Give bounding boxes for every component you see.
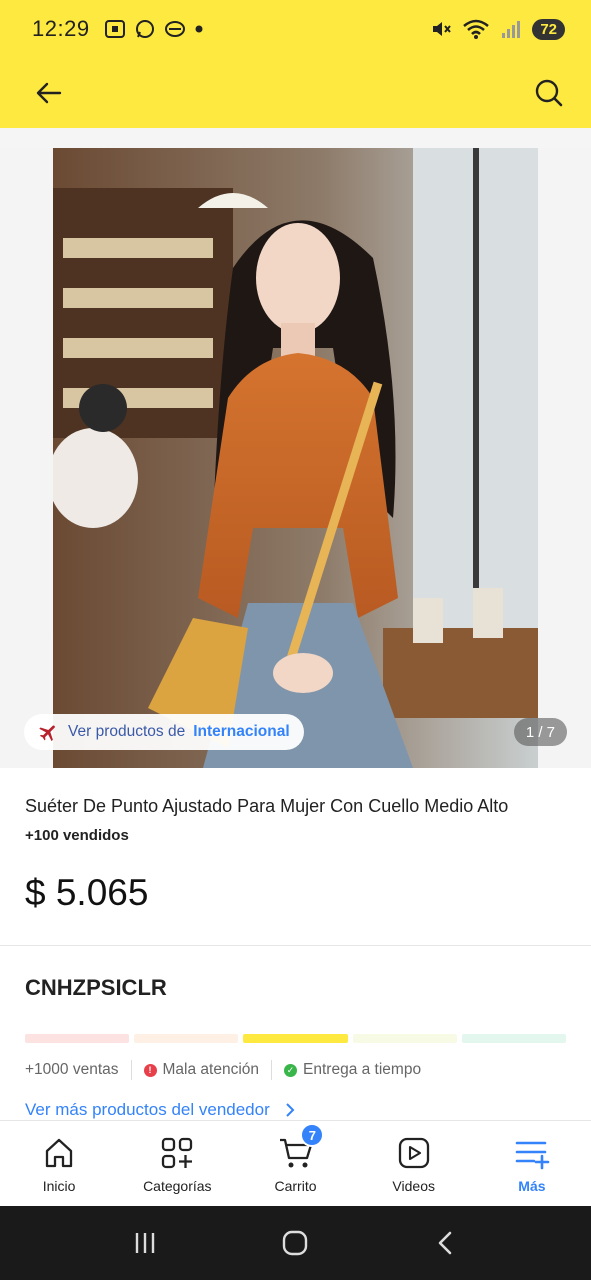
divider — [0, 945, 591, 946]
nav-item-videos[interactable]: Videos — [355, 1121, 473, 1206]
reputation-level-1 — [25, 1034, 130, 1043]
recent-apps-icon[interactable] — [131, 1229, 159, 1257]
nav-label-carrito: Carrito — [274, 1178, 317, 1194]
seller-metrics: +1000 ventas ! Mala atención ✓ Entrega a… — [25, 1060, 421, 1080]
international-pill-prefix: Ver productos de — [68, 723, 186, 740]
reputation-level-2 — [134, 1034, 239, 1043]
delivery-status: Entrega a tiempo — [303, 1061, 422, 1078]
reputation-level-4 — [352, 1034, 457, 1043]
product-gallery[interactable]: Ver productos de Internacional 1 / 7 — [0, 148, 591, 768]
nav-item-carrito[interactable]: 7 Carrito — [236, 1121, 354, 1206]
mute-icon — [433, 22, 452, 36]
search-icon[interactable] — [533, 77, 565, 109]
app-bar — [0, 58, 591, 128]
categories-icon — [162, 1137, 193, 1169]
reputation-level-5 — [461, 1034, 567, 1043]
check-icon: ✓ — [284, 1063, 298, 1077]
sold-count: +100 vendidos — [25, 827, 129, 844]
error-icon: ! — [143, 1063, 157, 1077]
product-photo[interactable] — [53, 148, 538, 768]
nav-item-inicio[interactable]: Inicio — [0, 1121, 118, 1206]
arrow-left-icon[interactable] — [34, 78, 64, 108]
spacer — [0, 128, 591, 148]
video-icon — [398, 1137, 429, 1169]
home-button-icon[interactable] — [281, 1229, 309, 1257]
screenshot-icon — [104, 20, 125, 38]
reputation-level-3 — [243, 1034, 348, 1043]
nav-item-mas[interactable]: Más — [473, 1121, 591, 1206]
international-pill-highlight: Internacional — [193, 723, 290, 740]
whatsapp-icon — [135, 20, 154, 38]
seller-more-products-link[interactable]: Ver más productos del vendedor — [25, 1100, 296, 1120]
sales-count: +1000 ventas — [25, 1061, 119, 1078]
system-navigation-bar — [0, 1206, 591, 1280]
nav-label-categorias: Categorías — [143, 1178, 212, 1194]
reputation-thermometer — [25, 1034, 567, 1043]
dot-icon — [195, 25, 203, 33]
status-bar: 12:29 72 — [0, 0, 591, 58]
airplane-icon — [39, 725, 55, 742]
nav-label-videos: Videos — [392, 1178, 435, 1194]
home-icon — [45, 1138, 73, 1168]
attention-status: Mala atención — [162, 1061, 260, 1078]
battery-indicator: 72 — [532, 18, 565, 40]
nav-label-mas: Más — [518, 1178, 546, 1194]
bottom-navigation: Inicio Categorías 7 Carrito Videos Más — [0, 1120, 591, 1206]
cart-badge: 7 — [300, 1123, 325, 1147]
product-price: $ 5.065 — [25, 872, 149, 913]
signal-icon — [502, 21, 521, 38]
back-button-icon[interactable] — [432, 1229, 460, 1257]
product-title: Suéter De Punto Ajustado Para Mujer Con … — [25, 796, 509, 816]
seller-name[interactable]: CNHZPSICLR — [25, 975, 167, 1001]
nav-item-categorias[interactable]: Categorías — [118, 1121, 236, 1206]
menu-plus-icon — [515, 1141, 550, 1170]
international-products-pill[interactable]: Ver productos de Internacional — [24, 714, 304, 750]
chevron-right-icon — [286, 1103, 295, 1117]
nav-label-inicio: Inicio — [42, 1178, 76, 1194]
status-time: 12:29 — [32, 16, 90, 41]
app-icon — [164, 21, 185, 37]
image-counter: 1 / 7 — [513, 718, 567, 746]
wifi-icon — [463, 19, 490, 39]
